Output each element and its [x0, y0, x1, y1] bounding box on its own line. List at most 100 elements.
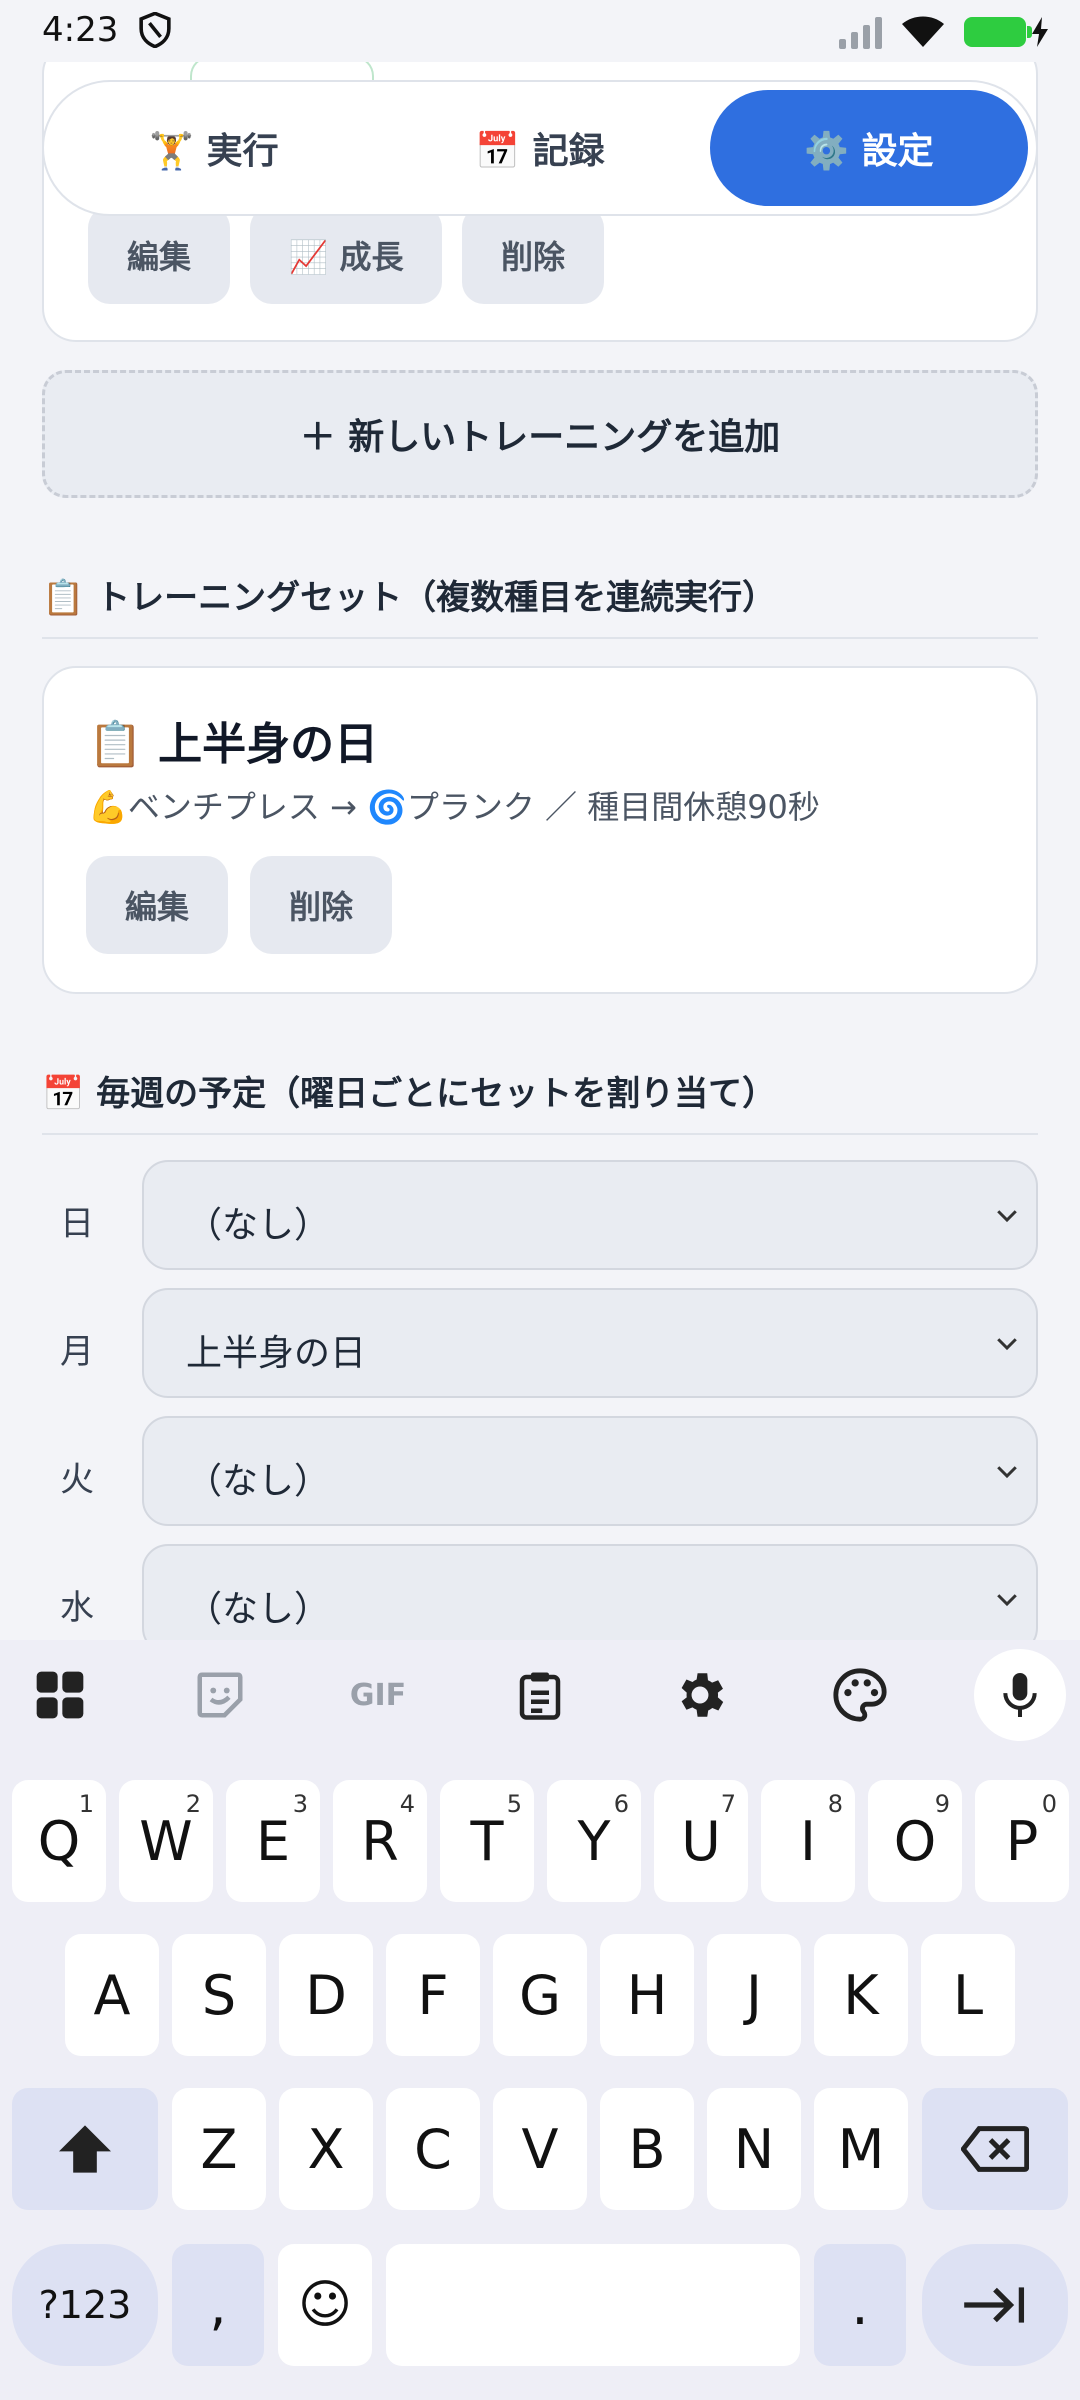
chevron-down-icon — [997, 1594, 1017, 1607]
key-number: 8 — [827, 1790, 843, 1818]
schedule-row-monday: 月 上半身の日 — [42, 1288, 1038, 1400]
status-icons — [839, 12, 1050, 52]
key-number: 3 — [292, 1790, 308, 1818]
battery-icon — [964, 17, 1032, 47]
backspace-key[interactable] — [922, 2088, 1068, 2210]
sticker-icon[interactable] — [180, 1655, 260, 1735]
key-n[interactable]: N — [707, 2088, 801, 2210]
key-a[interactable]: A — [65, 1934, 159, 2056]
schedule-row-tuesday: 火 （なし） — [42, 1416, 1038, 1528]
selected-value: （なし） — [186, 1461, 331, 1502]
settings-content[interactable]: 編集 📈 成長 削除 ＋ 新しいトレーニングを追加 📋 トレーニングセット（複数… — [0, 0, 1080, 1640]
key-y[interactable]: Y6 — [547, 1780, 641, 1902]
day-label: 月 — [60, 1332, 94, 1372]
key-number: 0 — [1041, 1790, 1057, 1818]
day-label: 火 — [60, 1460, 94, 1500]
key-letter: Y — [577, 1809, 611, 1873]
key-t[interactable]: T5 — [440, 1780, 534, 1902]
key-w[interactable]: W2 — [119, 1780, 213, 1902]
selected-value: （なし） — [186, 1205, 331, 1246]
main-tab-bar: 🏋️ 実行 📅 記録 ⚙️ 設定 — [42, 80, 1038, 216]
apps-grid-icon[interactable] — [20, 1655, 100, 1735]
key-q[interactable]: Q1 — [12, 1780, 106, 1902]
key-g[interactable]: G — [493, 1934, 587, 2056]
clipboard-icon[interactable] — [500, 1655, 580, 1735]
key-letter: W — [139, 1809, 193, 1873]
schedule-row-wednesday: 水 （なし） — [42, 1544, 1038, 1640]
tab-run[interactable]: 🏋️ 実行 — [64, 90, 364, 206]
weekly-schedule-heading: 📅 毎週の予定（曜日ごとにセットを割り当て） — [42, 1066, 1038, 1135]
key-z[interactable]: Z — [172, 2088, 266, 2210]
selected-value: 上半身の日 — [186, 1333, 367, 1374]
key-f[interactable]: F — [386, 1934, 480, 2056]
key-j[interactable]: J — [707, 1934, 801, 2056]
key-s[interactable]: S — [172, 1934, 266, 2056]
key-o[interactable]: O9 — [868, 1780, 962, 1902]
shift-key[interactable] — [12, 2088, 158, 2210]
key-number: 7 — [720, 1790, 736, 1818]
set-delete-button[interactable]: 削除 — [250, 856, 392, 954]
key-b[interactable]: B — [600, 2088, 694, 2210]
settings-gear-icon[interactable] — [660, 1655, 740, 1735]
key-u[interactable]: U7 — [654, 1780, 748, 1902]
key-number: 4 — [399, 1790, 415, 1818]
key-r[interactable]: R4 — [333, 1780, 427, 1902]
chevron-down-icon — [997, 1466, 1017, 1479]
add-training-button[interactable]: ＋ 新しいトレーニングを追加 — [42, 370, 1038, 498]
wifi-icon — [902, 16, 944, 47]
key-i[interactable]: I8 — [761, 1780, 855, 1902]
training-sets-heading: 📋 トレーニングセット（複数種目を連続実行） — [42, 570, 1038, 639]
signal-icon — [839, 15, 882, 49]
status-time: 4:23 — [42, 10, 119, 50]
tab-history[interactable]: 📅 記録 — [390, 90, 690, 206]
key-x[interactable]: X — [279, 2088, 373, 2210]
key-number: 2 — [185, 1790, 201, 1818]
key-c[interactable]: C — [386, 2088, 480, 2210]
day-select-sunday[interactable]: （なし） — [142, 1160, 1038, 1270]
edit-button[interactable]: 編集 — [88, 206, 230, 304]
gesture-nav-area — [0, 2340, 1080, 2400]
status-bar: 4:23 — [0, 0, 1080, 62]
set-title: 📋 上半身の日 — [88, 719, 379, 770]
key-letter: U — [681, 1809, 721, 1873]
key-letter: Q — [37, 1809, 81, 1873]
key-l[interactable]: L — [921, 1934, 1015, 2056]
gif-label: GIF — [349, 1677, 407, 1713]
delete-button[interactable]: 削除 — [462, 206, 604, 304]
key-k[interactable]: K — [814, 1934, 908, 2056]
set-edit-button[interactable]: 編集 — [86, 856, 228, 954]
key-letter: T — [470, 1809, 504, 1873]
backspace-icon — [961, 2126, 1029, 2172]
day-label: 日 — [60, 1204, 94, 1244]
day-select-tuesday[interactable]: （なし） — [142, 1416, 1038, 1526]
charging-icon — [1032, 17, 1048, 47]
gif-button[interactable]: GIF — [338, 1655, 418, 1735]
set-detail: 💪ベンチプレス → 🌀プランク ／ 種目間休憩90秒 — [88, 788, 820, 826]
palette-icon[interactable] — [820, 1655, 900, 1735]
chevron-down-icon — [997, 1210, 1017, 1223]
tab-settings[interactable]: ⚙️ 設定 — [710, 90, 1028, 206]
selected-value: （なし） — [186, 1589, 331, 1630]
emoji-icon: ☺ — [297, 2275, 353, 2335]
key-h[interactable]: H — [600, 1934, 694, 2056]
tab-next-icon — [964, 2287, 1025, 2323]
day-label: 水 — [60, 1588, 94, 1628]
microphone-icon[interactable] — [974, 1649, 1066, 1741]
key-letter: E — [255, 1809, 291, 1873]
key-letter: R — [361, 1809, 399, 1873]
schedule-row-sunday: 日 （なし） — [42, 1160, 1038, 1272]
key-e[interactable]: E3 — [226, 1780, 320, 1902]
chevron-down-icon — [997, 1338, 1017, 1351]
key-number: 9 — [934, 1790, 950, 1818]
key-p[interactable]: P0 — [975, 1780, 1069, 1902]
key-d[interactable]: D — [279, 1934, 373, 2056]
key-m[interactable]: M — [814, 2088, 908, 2210]
day-select-monday[interactable]: 上半身の日 — [142, 1288, 1038, 1398]
key-letter: P — [1005, 1809, 1039, 1873]
key-letter: I — [800, 1809, 816, 1873]
key-v[interactable]: V — [493, 2088, 587, 2210]
shield-icon — [139, 12, 171, 48]
key-number: 1 — [78, 1790, 94, 1818]
day-select-wednesday[interactable]: （なし） — [142, 1544, 1038, 1640]
growth-button[interactable]: 📈 成長 — [250, 206, 442, 304]
